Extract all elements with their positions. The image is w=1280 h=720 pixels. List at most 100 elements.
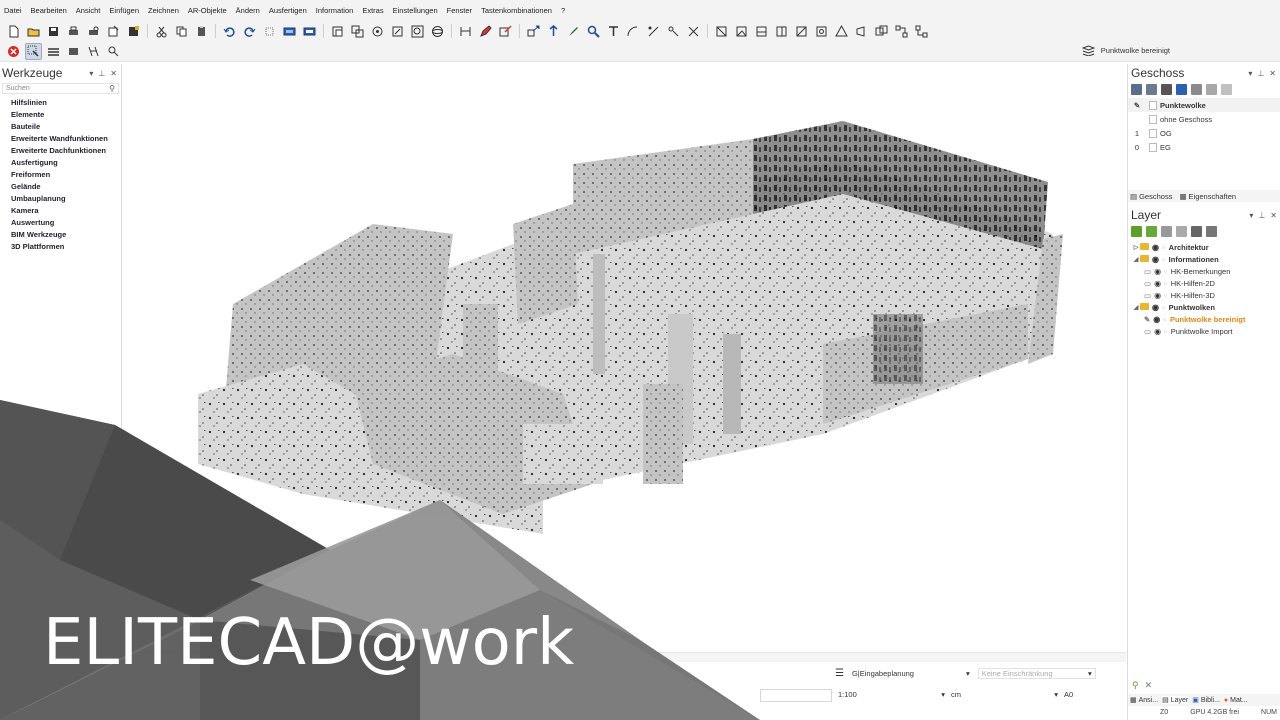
menu-item[interactable]: Einfügen [109, 6, 139, 15]
lock-icon[interactable]: ▫ [1164, 327, 1167, 336]
eye-icon[interactable]: ◉ [1154, 279, 1161, 288]
close-icon[interactable]: ✕ [1270, 211, 1277, 220]
tool-category[interactable]: Erweiterte Dachfunktionen [0, 145, 121, 157]
dx-icon[interactable] [685, 23, 702, 40]
menu-item[interactable]: Fenster [447, 6, 472, 15]
floor-blue-icon[interactable] [1176, 83, 1187, 95]
layer-tree-icon[interactable] [1161, 225, 1172, 237]
lock-icon[interactable]: ▫ [1164, 291, 1167, 300]
redo-icon[interactable] [241, 23, 258, 40]
view-4-icon[interactable] [773, 23, 790, 40]
layer-stack-icon[interactable] [1191, 225, 1202, 237]
page-icon[interactable]: ▭ [1144, 291, 1151, 300]
page-icon[interactable]: ▭ [1144, 267, 1151, 276]
dotted-icon[interactable] [261, 23, 278, 40]
floor-add-icon[interactable] [1131, 83, 1142, 95]
copy-icon[interactable] [173, 23, 190, 40]
tool-category[interactable]: Hilfslinien [0, 97, 121, 109]
text-icon[interactable] [605, 23, 622, 40]
layer-row[interactable]: ▭ ◉ ▫ HK-Bemerkungen [1128, 265, 1280, 277]
tab-material[interactable]: ● Mat... [1224, 697, 1248, 704]
move-up-icon[interactable] [545, 23, 562, 40]
pin-icon[interactable]: ⊥ [1257, 69, 1264, 78]
floor-up-icon[interactable] [1206, 83, 1217, 95]
expand-down-icon[interactable]: ◢ [1132, 304, 1140, 311]
zoom-search-icon[interactable] [585, 23, 602, 40]
export-icon[interactable] [105, 23, 122, 40]
arc-icon[interactable] [625, 23, 642, 40]
measure-icon[interactable] [457, 23, 474, 40]
floor-tree-icon[interactable] [1191, 83, 1202, 95]
layer-row[interactable]: ▭ ◉ ▫ HK-Hilfen-2D [1128, 277, 1280, 289]
expand-right-icon[interactable]: ▷ [1132, 244, 1140, 251]
window-blue-icon[interactable] [281, 23, 298, 40]
pin-icon[interactable]: ⊥ [1258, 211, 1265, 220]
pencil-red-icon[interactable] [477, 23, 494, 40]
pick-icon[interactable] [565, 23, 582, 40]
filter-icon[interactable]: ⚲ [1132, 680, 1139, 691]
edit-arrow-icon[interactable] [497, 23, 514, 40]
page-icon[interactable]: ▭ [1144, 327, 1151, 336]
menu-item[interactable]: ? [561, 6, 565, 15]
target-icon[interactable] [369, 23, 386, 40]
pin-icon[interactable]: ⊥ [98, 69, 105, 78]
close-red-icon[interactable] [5, 43, 22, 60]
dropdown-icon[interactable]: ▾ [1248, 69, 1252, 78]
menu-item[interactable]: Information [316, 6, 354, 15]
select-overlap-icon[interactable] [349, 23, 366, 40]
new-file-icon[interactable] [5, 23, 22, 40]
active-layer-selector[interactable]: Punktwolke bereinigt [1081, 45, 1170, 56]
eye-icon[interactable]: ◉ [1152, 255, 1159, 264]
transform-icon[interactable] [525, 23, 542, 40]
tab-geschoss[interactable]: ▤ Geschoss [1130, 192, 1172, 201]
floor-stack-icon[interactable] [1161, 83, 1172, 95]
plan-filter-icon[interactable]: ☰ [835, 668, 844, 679]
menu-item[interactable]: Ausfertigen [269, 6, 307, 15]
lock-icon[interactable]: ▫ [1162, 303, 1165, 312]
3d-viewport[interactable] [123, 64, 1126, 652]
tool-category[interactable]: Freiformen [0, 169, 121, 181]
eye-icon[interactable]: ◉ [1154, 267, 1161, 276]
zoom-fit-icon[interactable] [389, 23, 406, 40]
view-5-icon[interactable] [793, 23, 810, 40]
tab-ansicht[interactable]: ▦ Ansi... [1130, 696, 1158, 705]
pencil-icon[interactable]: ✎ [1144, 315, 1150, 324]
unit-selector[interactable]: cm ▾ [951, 690, 1064, 701]
perspective-icon[interactable] [833, 23, 850, 40]
view-3-icon[interactable] [753, 23, 770, 40]
layer-new-icon[interactable] [1131, 225, 1142, 237]
structure-2-icon[interactable] [913, 23, 930, 40]
tool-category[interactable]: BIM Werkzeuge [0, 229, 121, 241]
render-icon[interactable] [873, 23, 890, 40]
tab-bibliothek[interactable]: ▣ Bibli... [1192, 696, 1220, 705]
tools-search-input[interactable]: Suchen ⚲ [2, 83, 119, 94]
menu-item[interactable]: Ändern [236, 6, 260, 15]
close-icon[interactable]: ✕ [1269, 69, 1276, 78]
tool-category[interactable]: Elemente [0, 109, 121, 121]
view-6-icon[interactable] [813, 23, 830, 40]
lock-icon[interactable]: ▫ [1162, 243, 1165, 252]
eye-icon[interactable]: ◉ [1152, 243, 1159, 252]
close-icon[interactable]: ✕ [110, 69, 117, 78]
scale-selector[interactable]: 1:100 ▾ [838, 690, 951, 701]
paste-icon[interactable] [193, 23, 210, 40]
dropdown-icon[interactable]: ▾ [89, 69, 93, 78]
layer-group-row[interactable]: ▷ ◉ ▫ Architektur [1128, 241, 1280, 253]
lock-icon[interactable]: ▫ [1162, 255, 1165, 264]
lock-icon[interactable]: ▫ [1164, 267, 1167, 276]
menu-item[interactable]: Ansicht [76, 6, 101, 15]
layer-row[interactable]: ▭ ◉ ▫ HK-Hilfen-3D [1128, 289, 1280, 301]
floor-row[interactable]: ohne Geschoss [1128, 112, 1280, 126]
layers-icon[interactable] [45, 43, 62, 60]
layer-row[interactable]: ▭ ◉ ▫ Punktwolke Import [1128, 325, 1280, 337]
orbit-icon[interactable] [429, 23, 446, 40]
clear-filter-icon[interactable]: ✕ [1145, 680, 1153, 691]
tool-category[interactable]: Erweiterte Wandfunktionen [0, 133, 121, 145]
layer-row[interactable]: ✎ ◉ ▫ Punktwolke bereinigt [1128, 313, 1280, 325]
coordinates-icon[interactable] [645, 23, 662, 40]
structure-icon[interactable] [893, 23, 910, 40]
cut-icon[interactable] [153, 23, 170, 40]
undo-icon[interactable] [221, 23, 238, 40]
tool-category[interactable]: Umbauplanung [0, 193, 121, 205]
view-1-icon[interactable] [713, 23, 730, 40]
